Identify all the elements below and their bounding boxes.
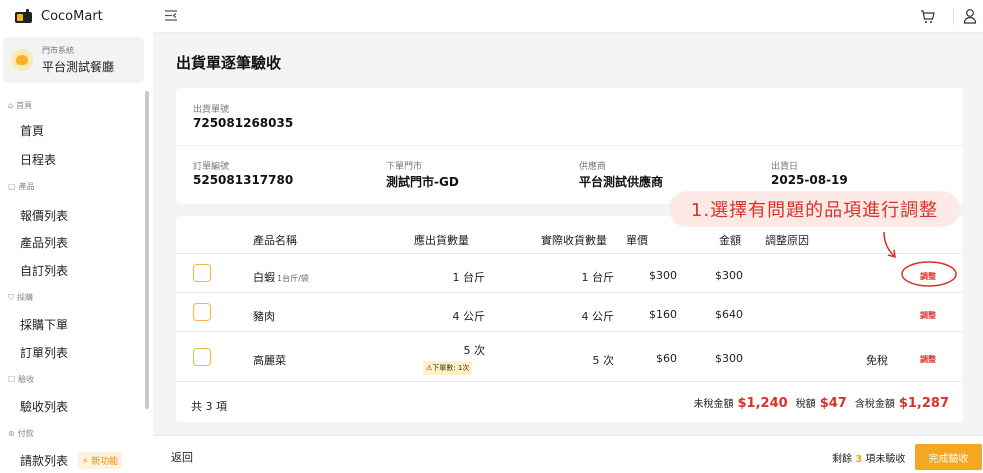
logo[interactable]: CocoMart bbox=[14, 6, 103, 26]
row-divider bbox=[176, 292, 963, 293]
amount: $300 bbox=[715, 269, 743, 282]
store-name: 平台測試餐廳 bbox=[42, 60, 115, 74]
received-qty: 4 公斤 bbox=[581, 310, 615, 323]
product-name: 高麗菜 bbox=[253, 354, 286, 367]
order-store-label: 下單門市 bbox=[386, 162, 423, 172]
home-icon: ⌂ bbox=[8, 101, 14, 110]
bottom-bar: 返回 剩餘 3 項未驗收 完成驗收 bbox=[153, 435, 983, 473]
received-qty: 5 次 bbox=[592, 354, 615, 367]
col-header-price: 單價 bbox=[626, 234, 648, 247]
nav-section-payment: ⊛ 付款 bbox=[8, 429, 34, 438]
sidebar-item-purchase-order[interactable]: 採購下單 bbox=[20, 316, 68, 333]
sidebar-item-acceptance[interactable]: 驗收列表 bbox=[20, 398, 68, 415]
top-bar bbox=[153, 0, 983, 33]
shipment-number-label: 出貨單號 bbox=[193, 105, 230, 115]
nav-section-purchase: ⛉ 採購 bbox=[8, 292, 33, 303]
items-table: 產品名稱 應出貨數量 實際收貨數量 單價 金額 調整原因 白蝦 1台斤/袋 1 台… bbox=[176, 216, 963, 422]
cart-icon: ⛉ bbox=[8, 292, 14, 302]
adjust-button[interactable]: 調整 bbox=[920, 354, 936, 365]
total-amount: $1,287 bbox=[898, 396, 949, 411]
supplier: 平台測試供應商 bbox=[579, 175, 664, 189]
product-name: 豬肉 bbox=[253, 310, 275, 323]
row-checkbox[interactable] bbox=[193, 264, 211, 282]
received-qty: 1 台斤 bbox=[581, 271, 615, 284]
row-checkbox[interactable] bbox=[193, 348, 211, 366]
collapse-menu-icon[interactable] bbox=[164, 9, 178, 22]
page-title: 出貨單逐筆驗收 bbox=[176, 54, 282, 72]
col-header-reason: 調整原因 bbox=[765, 234, 809, 247]
sidebar-item-schedule[interactable]: 日程表 bbox=[20, 151, 56, 168]
totals: 未稅金額 $1,240 稅額 $47 含稅金額 $1,287 bbox=[694, 395, 949, 411]
unit-price: $160 bbox=[649, 308, 677, 321]
ship-date-label: 出貨日 bbox=[771, 162, 799, 172]
adjust-button[interactable]: 調整 bbox=[920, 310, 936, 321]
new-feature-badge: ⚡ 新功能 bbox=[78, 452, 123, 469]
total-label: 含稅金額 bbox=[854, 399, 895, 410]
ship-date: 2025-08-19 bbox=[771, 173, 848, 187]
tax-label: 稅額 bbox=[795, 399, 816, 410]
unit-note: 1台斤/袋 bbox=[277, 274, 309, 283]
box-icon: ▢ bbox=[8, 182, 16, 191]
col-header-amount: 金額 bbox=[719, 234, 741, 247]
app-name: CocoMart bbox=[41, 8, 103, 24]
tax-amount: $47 bbox=[819, 396, 847, 411]
item-count: 共 3 項 bbox=[191, 400, 227, 413]
store-avatar bbox=[11, 49, 33, 71]
instruction-callout: 1.選擇有問題的品項進行調整 bbox=[669, 191, 960, 227]
order-store: 測試門市-GD bbox=[386, 175, 459, 189]
supplier-label: 供應商 bbox=[579, 162, 607, 172]
user-icon[interactable] bbox=[963, 8, 977, 24]
check-icon: ☐ bbox=[8, 375, 16, 384]
product-name: 白蝦 1台斤/袋 bbox=[253, 271, 309, 284]
top-divider bbox=[953, 8, 954, 25]
expected-qty: 1 台斤 bbox=[452, 271, 486, 284]
col-header-received: 實際收貨數量 bbox=[541, 234, 607, 247]
shipment-number: 725081268035 bbox=[193, 116, 294, 130]
tax-status: 免稅 bbox=[866, 354, 888, 367]
row-divider bbox=[176, 381, 963, 382]
pretax-label: 未稅金額 bbox=[693, 399, 734, 410]
expected-qty: 4 公斤 bbox=[452, 310, 486, 323]
sidebar-item-billing[interactable]: 請款列表 ⚡ 新功能 bbox=[20, 452, 123, 469]
unit-price: $300 bbox=[649, 269, 677, 282]
order-number-label: 訂單編號 bbox=[193, 162, 230, 172]
sidebar-item-orders[interactable]: 訂單列表 bbox=[20, 344, 68, 361]
coco-logo-icon bbox=[15, 9, 32, 23]
back-button[interactable]: 返回 bbox=[171, 449, 193, 465]
store-system-label: 門市系統 bbox=[42, 46, 74, 55]
unit-price: $60 bbox=[656, 352, 677, 365]
col-header-name: 產品名稱 bbox=[253, 234, 297, 247]
sidebar-scrollbar[interactable] bbox=[145, 91, 149, 409]
header-divider bbox=[176, 253, 963, 254]
col-header-expected: 應出貨數量 bbox=[414, 234, 469, 247]
sidebar-item-home[interactable]: 首頁 bbox=[20, 122, 44, 139]
shipment-info-card: 出貨單號 725081268035 訂單編號 525081317780 下單門市… bbox=[176, 88, 963, 204]
amount: $640 bbox=[715, 308, 743, 321]
sidebar: CocoMart 門市系統 平台測試餐廳 ⌂ 首頁 首頁 日程表 ▢ 產品 報價列表… bbox=[0, 0, 153, 473]
dollar-icon: ⊛ bbox=[8, 429, 15, 438]
cart-icon[interactable] bbox=[920, 9, 935, 24]
sidebar-item-quotes[interactable]: 報價列表 bbox=[20, 207, 68, 224]
nav-section-home: ⌂ 首頁 bbox=[8, 101, 33, 110]
remaining-count: 剩餘 3 項未驗收 bbox=[832, 454, 906, 465]
info-divider bbox=[176, 145, 963, 146]
pretax-amount: $1,240 bbox=[737, 396, 788, 411]
nav-section-acceptance: ☐ 驗收 bbox=[8, 375, 35, 384]
expected-qty: 5 次 bbox=[463, 344, 486, 357]
store-switcher[interactable]: 門市系統 平台測試餐廳 bbox=[3, 37, 144, 83]
sidebar-item-products[interactable]: 產品列表 bbox=[20, 234, 68, 251]
complete-acceptance-button[interactable]: 完成驗收 bbox=[915, 444, 982, 470]
order-qty-warning: ⚠下單數: 1次 bbox=[423, 361, 473, 375]
sidebar-item-custom[interactable]: 自訂列表 bbox=[20, 262, 68, 279]
row-checkbox[interactable] bbox=[193, 303, 211, 321]
row-divider bbox=[176, 331, 963, 332]
annotation-arrow-icon bbox=[883, 231, 957, 287]
amount: $300 bbox=[715, 352, 743, 365]
nav-section-products: ▢ 產品 bbox=[8, 182, 35, 191]
order-number: 525081317780 bbox=[193, 173, 294, 187]
